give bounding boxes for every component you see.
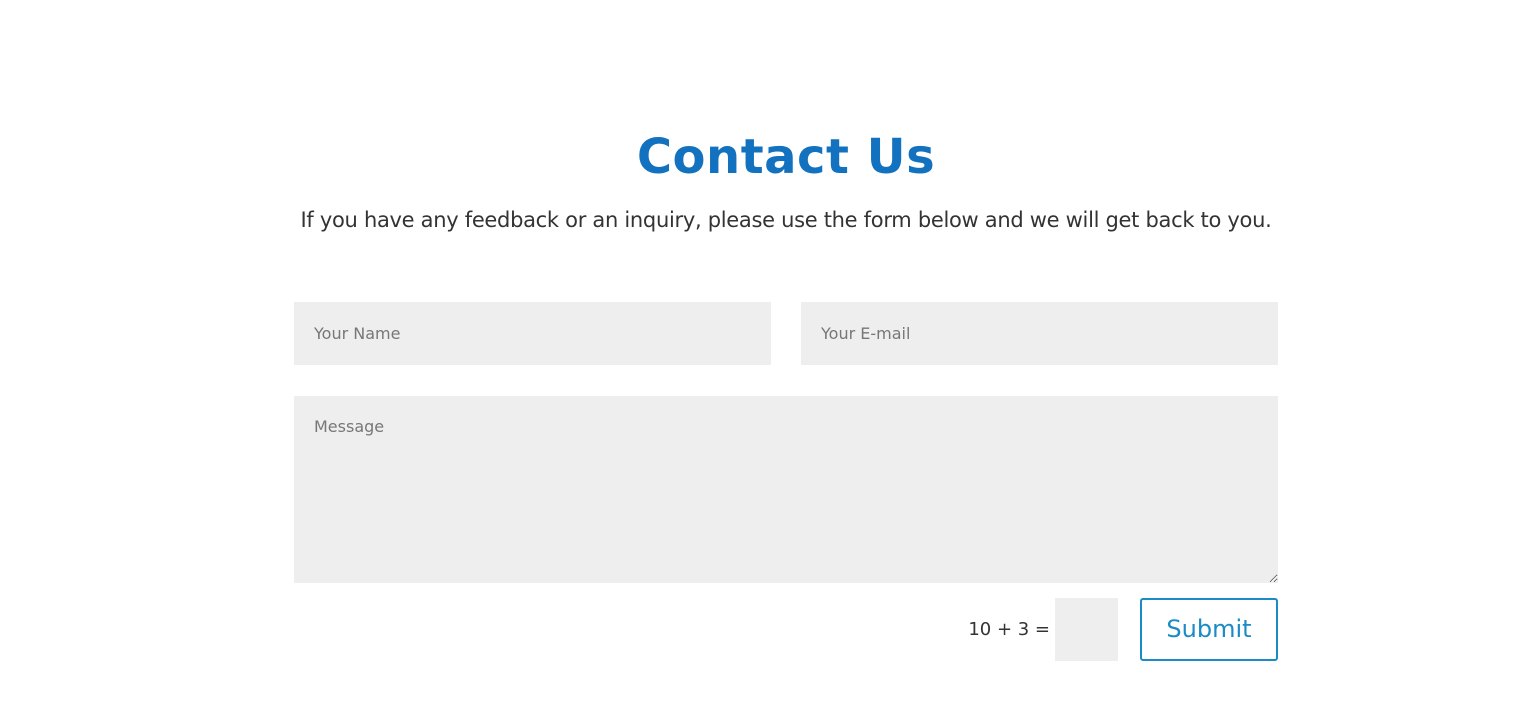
captcha-answer-field[interactable] (1055, 598, 1118, 661)
contact-page: Contact Us If you have any feedback or a… (0, 0, 1530, 723)
name-field[interactable] (294, 302, 771, 365)
captcha-question: 10 + 3 = (968, 619, 1050, 640)
submit-button[interactable]: Submit (1140, 598, 1278, 661)
message-field[interactable] (294, 396, 1278, 583)
page-title: Contact Us (636, 129, 936, 185)
page-subtitle: If you have any feedback or an inquiry, … (300, 208, 1272, 232)
email-field[interactable] (801, 302, 1278, 365)
